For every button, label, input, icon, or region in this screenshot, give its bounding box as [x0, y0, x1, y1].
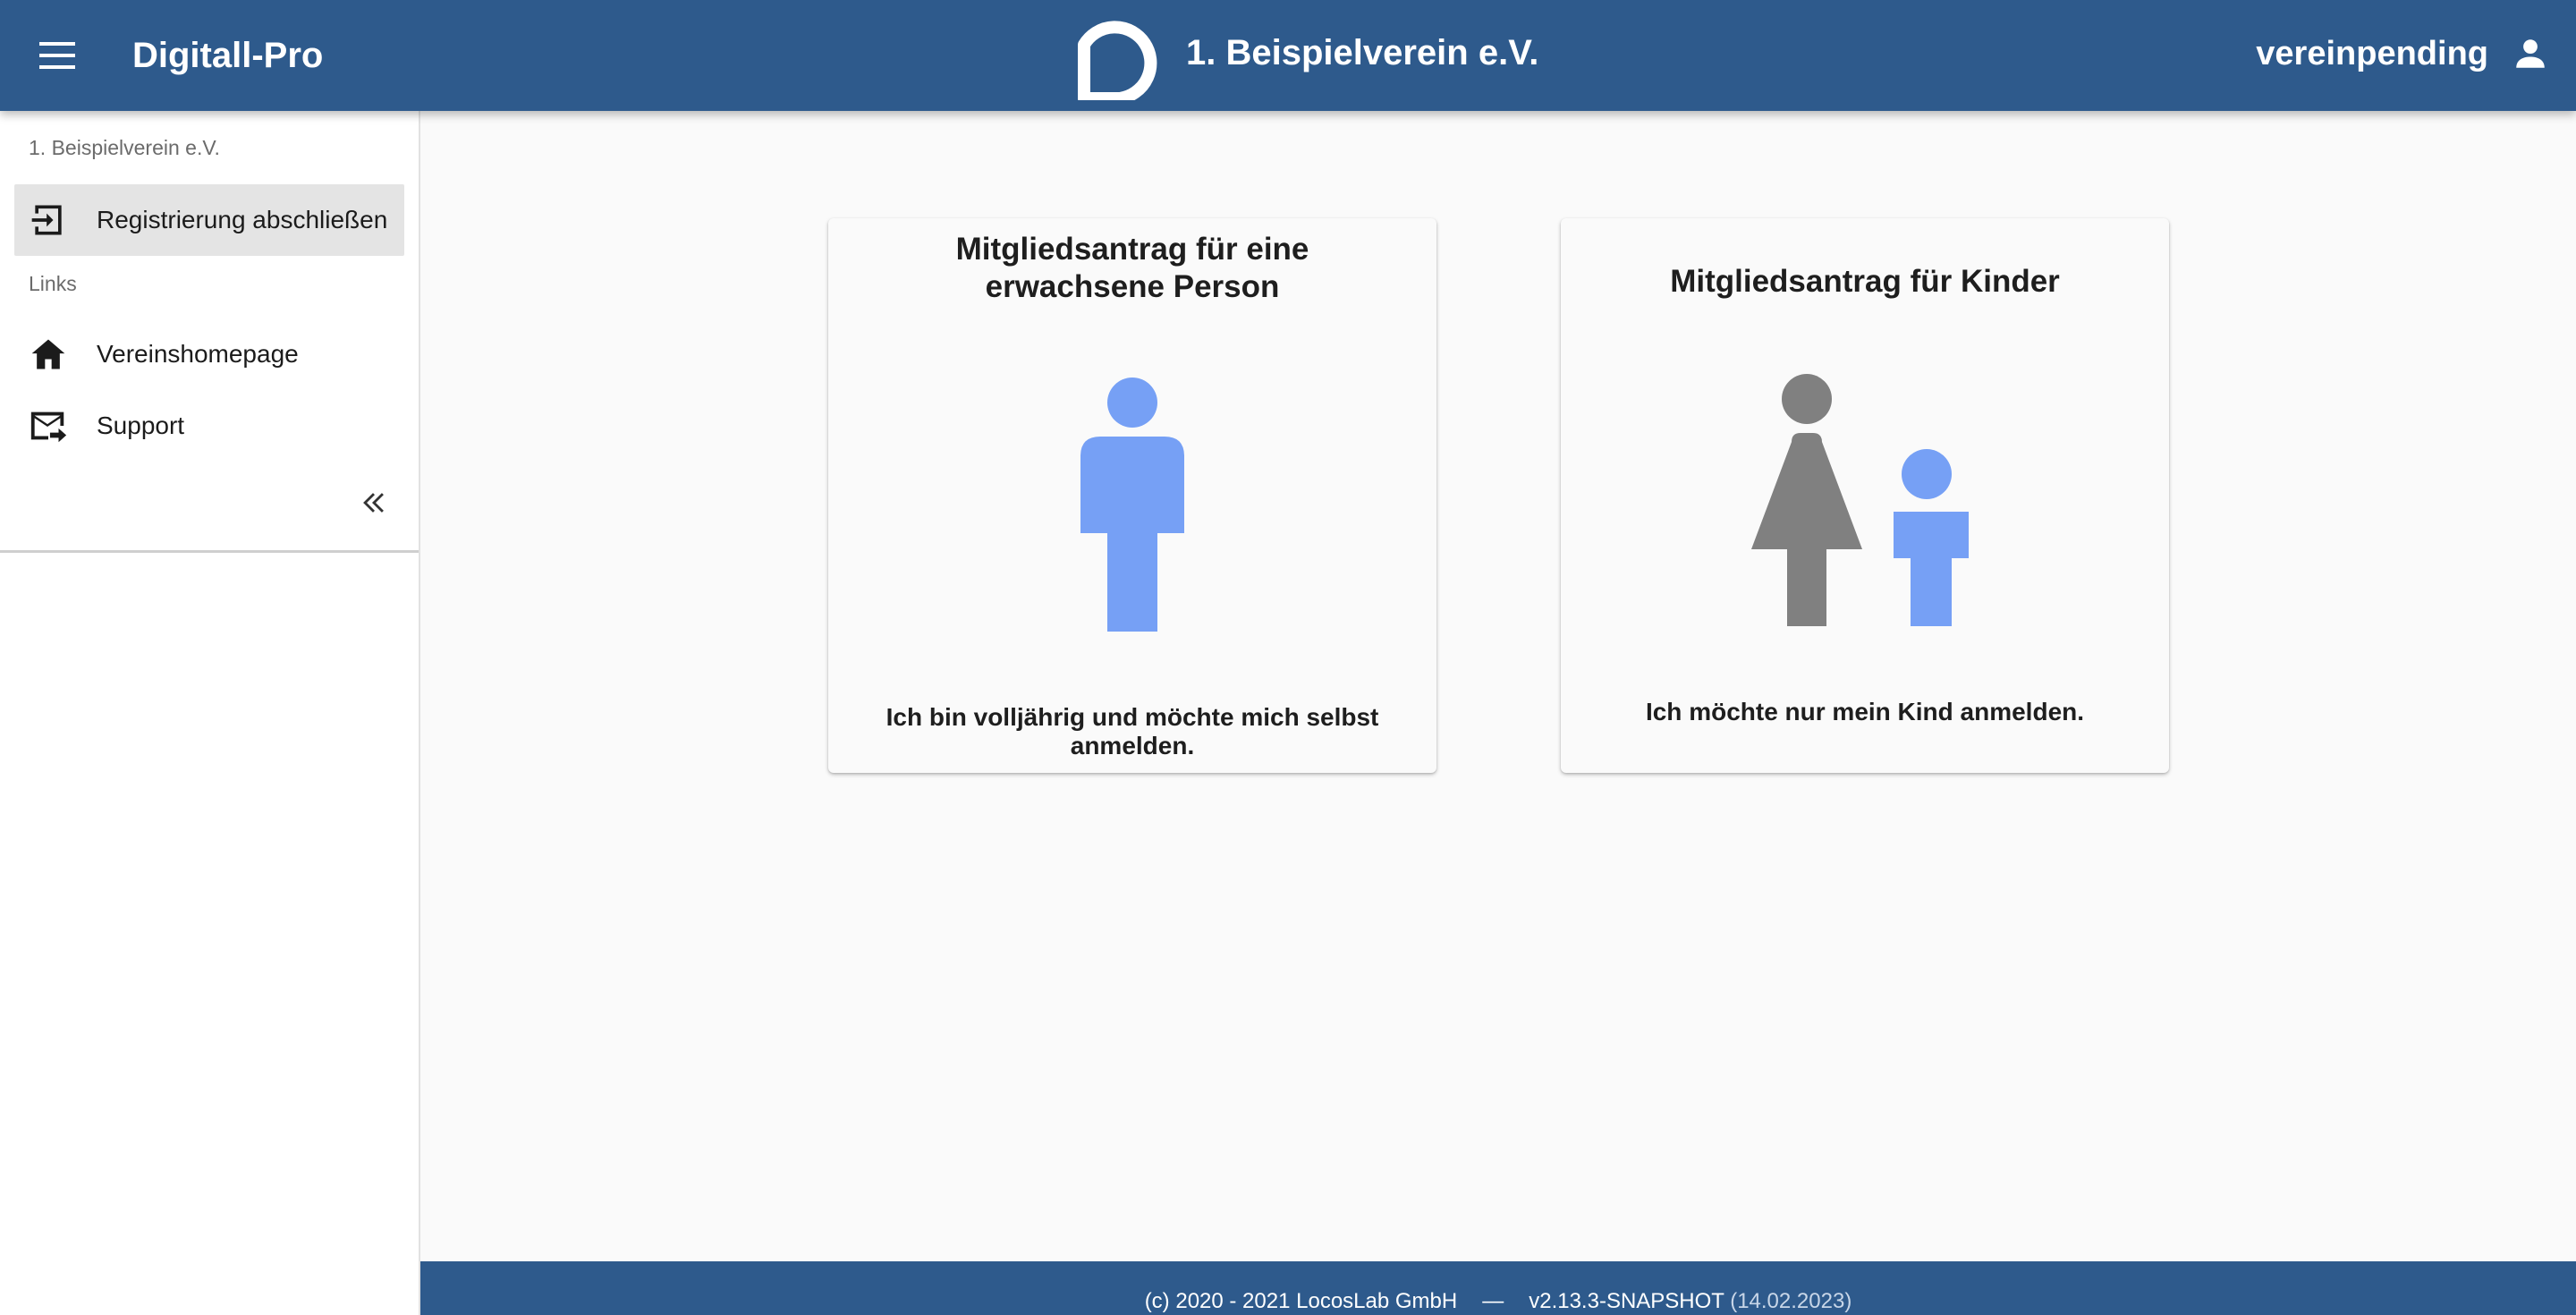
- sidebar-item-label: Support: [97, 411, 185, 439]
- footer-copyright: (c) 2020 - 2021 LocosLab GmbH: [1144, 1289, 1458, 1313]
- adult-membership-card[interactable]: Mitgliedsantrag für eine erwachsene Pers…: [828, 218, 1436, 773]
- footer: (c) 2020 - 2021 LocosLab GmbH — v2.13.3-…: [420, 1261, 2576, 1315]
- double-chevron-left-icon: [363, 493, 384, 513]
- parent-child-icon: [1751, 374, 1969, 626]
- menu-icon: [39, 42, 75, 69]
- footer-version: v2.13.3-SNAPSHOT (14.02.2023): [1529, 1289, 1852, 1314]
- version-date: (14.02.2023): [1730, 1289, 1852, 1313]
- version-number: v2.13.3-SNAPSHOT: [1529, 1289, 1724, 1313]
- brand-logo: [1078, 21, 1157, 100]
- sidebar-item-vereinshomepage[interactable]: Vereinshomepage: [14, 318, 404, 390]
- card-title: Mitgliedsantrag für Kinder: [1670, 264, 2060, 299]
- sidebar: 1. Beispielverein e.V. Registrierung abs…: [0, 111, 420, 1315]
- sidebar-item-label: Vereinshomepage: [97, 340, 299, 368]
- app-title: Digitall-Pro: [132, 36, 324, 75]
- card-description: Ich bin volljährig und möchte mich selbs…: [886, 703, 1379, 759]
- footer-separator: —: [1482, 1289, 1504, 1313]
- top-app-bar: Digitall-Pro 1. Beispielverein e.V. vere…: [0, 0, 2576, 111]
- person-icon: [2516, 39, 2545, 68]
- sidebar-item-label: Registrierung abschließen: [97, 206, 388, 233]
- card-title: Mitgliedsantrag für eine erwachsene Pers…: [955, 232, 1309, 304]
- sidebar-item-support[interactable]: Support: [14, 390, 404, 462]
- username: vereinpending: [2256, 34, 2488, 72]
- forward-mail-icon: [27, 404, 70, 447]
- collapse-sidebar-button[interactable]: [349, 478, 399, 528]
- menu-button[interactable]: [27, 25, 88, 86]
- child-membership-card[interactable]: Mitgliedsantrag für Kinder Ich möchte nu…: [1561, 218, 2169, 773]
- sidebar-item-registration[interactable]: Registrierung abschließen: [14, 184, 404, 256]
- home-icon: [27, 333, 70, 376]
- card-description: Ich möchte nur mein Kind anmelden.: [1645, 698, 2085, 725]
- user-menu[interactable]: vereinpending: [2256, 0, 2549, 107]
- sidebar-links-label: Links: [29, 272, 77, 295]
- sidebar-org-label: 1. Beispielverein e.V.: [29, 136, 220, 159]
- organization-title: 1. Beispielverein e.V.: [1186, 33, 1539, 72]
- login-icon: [27, 199, 70, 242]
- adult-person-icon: [1080, 378, 1184, 632]
- sidebar-panel: 1. Beispielverein e.V. Registrierung abs…: [0, 111, 419, 553]
